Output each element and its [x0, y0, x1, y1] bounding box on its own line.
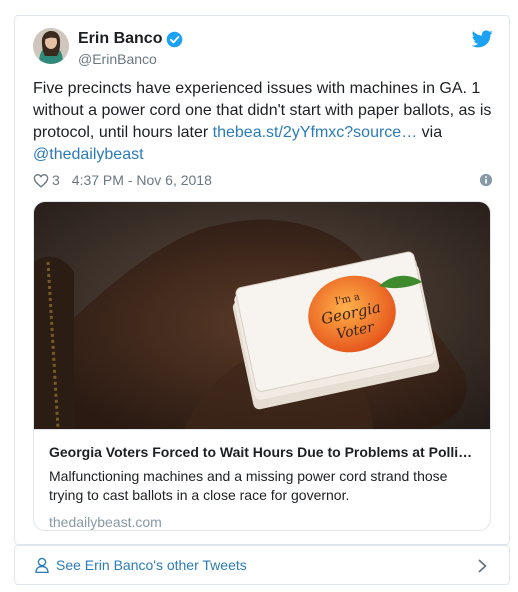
card-domain: thedailybeast.com	[49, 514, 162, 530]
link-preview-card[interactable]: I'm a Georgia Voter Georgia Voters Force…	[33, 201, 491, 531]
person-icon	[35, 557, 49, 573]
info-icon[interactable]	[479, 173, 493, 187]
tweet-text: Five precincts have experienced issues w…	[33, 78, 493, 166]
tweet-timestamp[interactable]: 4:37 PM - Nov 6, 2018	[72, 172, 212, 188]
tweet-header: Erin Banco @ErinBanco	[33, 28, 493, 68]
heart-icon[interactable]	[33, 173, 49, 188]
like-count[interactable]: 3	[52, 172, 60, 188]
card-body: Georgia Voters Forced to Wait Hours Due …	[34, 429, 490, 530]
card-photo: I'm a Georgia Voter	[34, 202, 490, 429]
tweet-link[interactable]: thebea.st/2yYfmxc?source…	[213, 124, 418, 141]
card-description: Malfunctioning machines and a missing po…	[49, 468, 448, 503]
mention-link[interactable]: @thedailybeast	[33, 146, 144, 163]
author-handle[interactable]: @ErinBanco	[78, 50, 183, 68]
tweet-text-via: via	[417, 124, 443, 141]
avatar[interactable]	[33, 28, 69, 64]
see-other-tweets-label[interactable]: See Erin Banco's other Tweets	[56, 557, 247, 573]
chevron-right-icon[interactable]	[478, 559, 487, 573]
see-other-tweets-link[interactable]: See Erin Banco's other Tweets	[14, 545, 510, 585]
author-display-name[interactable]: Erin Banco	[78, 29, 162, 49]
author-names: Erin Banco @ErinBanco	[78, 29, 183, 68]
card-title[interactable]: Georgia Voters Forced to Wait Hours Due …	[49, 443, 477, 461]
tweet-meta: 3 4:37 PM - Nov 6, 2018	[33, 170, 493, 190]
twitter-bird-icon[interactable]	[472, 30, 493, 48]
tweet-card: Erin Banco @ErinBanco Five precincts hav…	[14, 15, 510, 545]
verified-badge-icon	[167, 31, 183, 47]
